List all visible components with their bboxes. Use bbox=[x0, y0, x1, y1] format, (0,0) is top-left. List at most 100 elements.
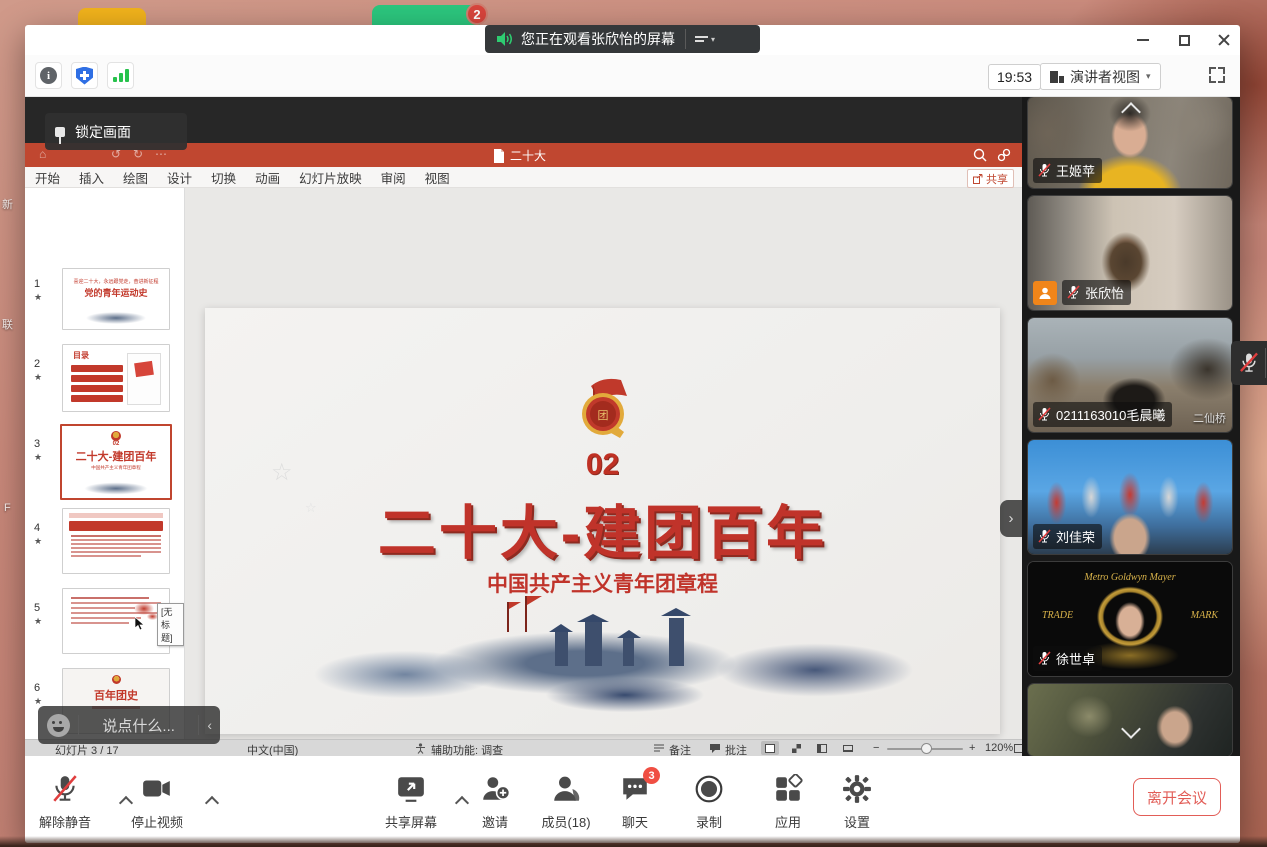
slide-thumbnail-5[interactable] bbox=[62, 588, 170, 654]
thumb3-emblem bbox=[111, 431, 121, 441]
slide-sorter-button[interactable] bbox=[787, 741, 805, 755]
signal-bars-icon bbox=[113, 69, 129, 82]
chat-input-placeholder[interactable]: 说点什么... bbox=[79, 715, 198, 736]
decor-star-icon: ☆ bbox=[271, 458, 293, 487]
participant-name: 张欣怡 bbox=[1085, 283, 1124, 302]
ink-wash-painting bbox=[255, 596, 955, 726]
language-indicator[interactable]: 中文(中国) bbox=[247, 742, 298, 756]
comments-toggle[interactable]: 批注 bbox=[725, 742, 747, 756]
slide-thumbnail-2[interactable]: 目录 bbox=[62, 344, 170, 412]
meeting-info-button[interactable]: i bbox=[35, 62, 62, 89]
slide-thumbnail-1[interactable]: 喜迎二十大，永远跟党走，奋进新征程 党的青年运动史 bbox=[62, 268, 170, 330]
close-button[interactable] bbox=[1211, 27, 1237, 53]
desktop-icon-label: 联 bbox=[2, 316, 13, 332]
slide-thumbnail-4[interactable] bbox=[62, 508, 170, 574]
lock-view-tooltip[interactable]: 锁定画面 bbox=[45, 113, 187, 150]
scroll-down-chevron[interactable] bbox=[1124, 722, 1138, 736]
mic-muted-icon bbox=[51, 774, 79, 804]
reading-view-button[interactable] bbox=[813, 741, 831, 755]
desktop: 2 新 联 F 您正在观看张欣怡的屏幕 ▾ i bbox=[0, 0, 1267, 847]
zoom-slider-thumb[interactable] bbox=[921, 743, 932, 754]
slide-canvas: 团 02 二十大-建团百年 中国共产主义青年团章程 ☆ ☆ bbox=[185, 188, 1022, 739]
chat-button[interactable]: 3 聊天 bbox=[597, 774, 673, 831]
unmute-button[interactable]: 解除静音 bbox=[27, 774, 103, 831]
video-tile[interactable]: 刘佳荣 bbox=[1028, 440, 1232, 554]
video-tile[interactable]: Metro Goldwyn Mayer TRADE MARK 徐世卓 bbox=[1028, 562, 1232, 676]
thumb1-ink bbox=[73, 311, 159, 325]
chat-quick-input[interactable]: 说点什么... ‹ bbox=[38, 706, 220, 744]
accessibility-icon bbox=[415, 743, 426, 754]
tab-review[interactable]: 审阅 bbox=[381, 168, 406, 187]
minimize-button[interactable] bbox=[1130, 27, 1156, 53]
video-tile[interactable]: 张欣怡 bbox=[1028, 196, 1232, 310]
stop-video-button[interactable]: 停止视频 bbox=[119, 774, 195, 831]
share-screen-icon bbox=[396, 774, 426, 804]
shield-plus-icon bbox=[76, 67, 93, 85]
leave-meeting-button[interactable]: 离开会议 bbox=[1133, 778, 1221, 816]
network-quality-button[interactable] bbox=[107, 62, 134, 89]
slide-counter: 幻灯片 3 / 17 bbox=[55, 742, 119, 756]
maximize-button[interactable] bbox=[1171, 27, 1197, 53]
tab-insert[interactable]: 插入 bbox=[79, 168, 104, 187]
zoom-in-icon[interactable]: + bbox=[969, 742, 975, 754]
notes-toggle[interactable]: 备注 bbox=[669, 742, 691, 756]
security-button[interactable] bbox=[71, 62, 98, 89]
tab-slideshow[interactable]: 幻灯片放映 bbox=[299, 168, 362, 187]
video-tile[interactable] bbox=[1028, 684, 1232, 756]
mgm-brand-text: Metro Goldwyn Mayer bbox=[1028, 572, 1232, 583]
thumb-number: 1 bbox=[34, 278, 40, 290]
members-button[interactable]: 成员(18) bbox=[528, 774, 604, 831]
apps-button[interactable]: 应用 bbox=[750, 774, 826, 831]
thumb-number: 2 bbox=[34, 358, 40, 370]
tab-home[interactable]: 开始 bbox=[35, 168, 60, 187]
youth-league-emblem: 团 bbox=[571, 374, 635, 440]
thumb1-line1: 喜迎二十大，永远跟党走，奋进新征程 bbox=[63, 278, 169, 285]
fit-window-button[interactable] bbox=[1009, 741, 1022, 755]
share-screen-button[interactable]: 共享屏幕 bbox=[373, 774, 449, 831]
stop-video-label: 停止视频 bbox=[119, 812, 195, 831]
panel-expand-handle[interactable]: › bbox=[1000, 500, 1022, 537]
share-icon bbox=[973, 174, 983, 184]
thumb3-subtitle: 中国共产主义青年团章程 bbox=[62, 465, 170, 471]
banner-menu-button[interactable]: ▾ bbox=[686, 34, 724, 44]
tab-animations[interactable]: 动画 bbox=[255, 168, 280, 187]
video-options-chevron[interactable] bbox=[205, 796, 219, 810]
collapse-chat-icon[interactable]: ‹ bbox=[199, 717, 220, 733]
comments-icon bbox=[709, 743, 721, 754]
fullscreen-button[interactable] bbox=[1205, 63, 1230, 88]
accessibility-status[interactable]: 辅助功能: 调查 bbox=[431, 742, 503, 756]
mic-muted-icon bbox=[1038, 529, 1051, 544]
view-mode-selector[interactable]: 演讲者视图 ▾ bbox=[1040, 63, 1161, 90]
search-icon[interactable] bbox=[973, 148, 987, 162]
normal-view-button[interactable] bbox=[761, 741, 779, 755]
pin-icon bbox=[55, 127, 65, 137]
video-tile[interactable]: 王姬苹 bbox=[1028, 97, 1232, 188]
watching-banner[interactable]: 您正在观看张欣怡的屏幕 ▾ bbox=[485, 25, 760, 53]
info-icon: i bbox=[40, 67, 57, 84]
chat-unread-badge: 3 bbox=[643, 767, 660, 784]
video-tile[interactable]: 0211163010毛晨曦 二仙桥 bbox=[1028, 318, 1232, 432]
slide-thumbnail-3-selected[interactable]: 02 二十大-建团百年 中国共产主义青年团章程 bbox=[60, 424, 172, 500]
record-button[interactable]: 录制 bbox=[671, 774, 747, 831]
participant-nameplate: 王姬苹 bbox=[1033, 158, 1102, 183]
current-slide[interactable]: 团 02 二十大-建团百年 中国共产主义青年团章程 ☆ ☆ bbox=[205, 308, 1000, 734]
scroll-up-chevron[interactable] bbox=[1124, 105, 1138, 119]
mgm-mark-text: MARK bbox=[1191, 610, 1218, 621]
tab-transitions[interactable]: 切换 bbox=[211, 168, 236, 187]
floating-mic-panel[interactable] bbox=[1231, 341, 1267, 385]
emoji-icon[interactable] bbox=[47, 714, 70, 737]
settings-button[interactable]: 设置 bbox=[819, 774, 895, 831]
link-icon[interactable] bbox=[997, 148, 1011, 162]
zoom-out-icon[interactable]: − bbox=[873, 742, 879, 754]
mic-muted-icon bbox=[1038, 163, 1051, 178]
invite-button[interactable]: 邀请 bbox=[457, 774, 533, 831]
animation-star-icon: ★ bbox=[34, 292, 42, 303]
close-icon bbox=[1217, 33, 1231, 47]
camera-icon bbox=[141, 774, 173, 804]
tab-design[interactable]: 设计 bbox=[167, 168, 192, 187]
members-label: 成员(18) bbox=[528, 812, 604, 831]
tab-view[interactable]: 视图 bbox=[425, 168, 450, 187]
tab-draw[interactable]: 绘图 bbox=[123, 168, 148, 187]
ppt-share-button[interactable]: 共享 bbox=[967, 169, 1014, 188]
slideshow-button[interactable] bbox=[839, 741, 857, 755]
